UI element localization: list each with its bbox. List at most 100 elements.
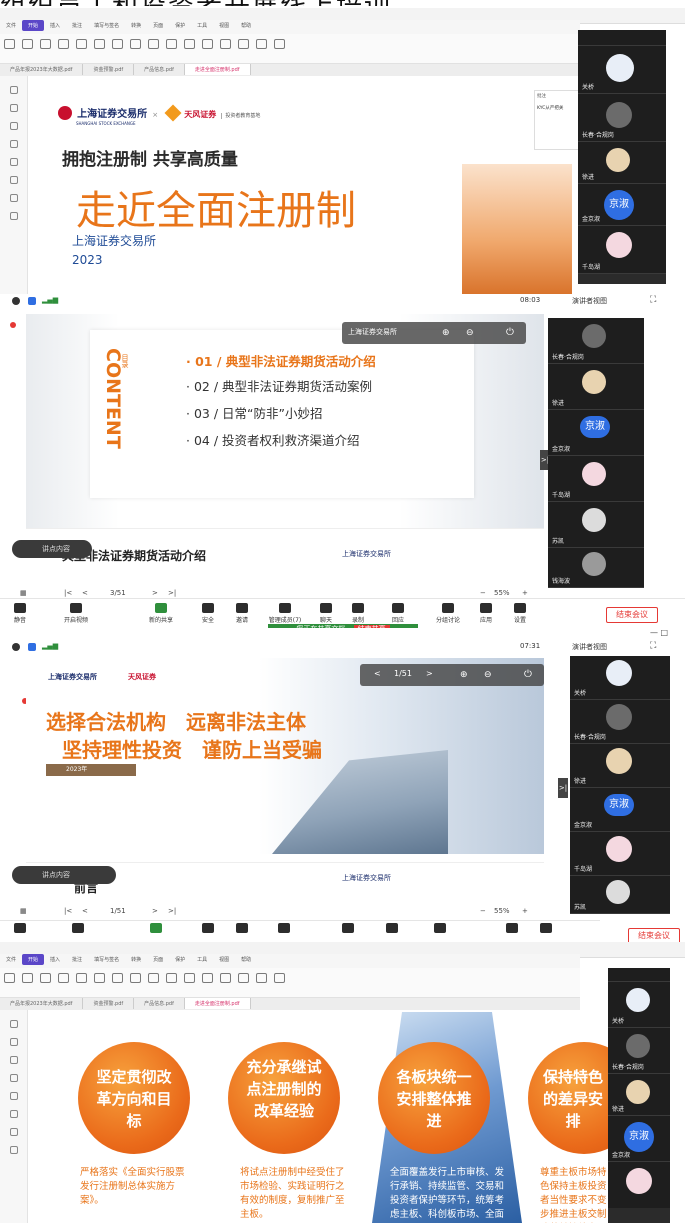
tab-comment[interactable]: 批注	[66, 954, 88, 965]
tab-file[interactable]: 文件	[0, 954, 22, 965]
participants-button[interactable]	[272, 923, 296, 935]
text-icon[interactable]	[148, 973, 159, 983]
video-tile[interactable]: 关桥	[578, 46, 666, 94]
signature-icon[interactable]	[9, 1128, 18, 1136]
shape-icon[interactable]	[202, 973, 213, 983]
doc-tab[interactable]: 产品信息.pdf	[134, 998, 185, 1009]
zoom-in-icon[interactable]: ⊕	[442, 328, 450, 338]
tab-tools[interactable]: 工具	[191, 20, 213, 31]
snapshot-icon[interactable]	[40, 973, 51, 983]
hand-tool-icon[interactable]	[4, 39, 15, 49]
last-slide-button[interactable]: >|	[168, 589, 176, 597]
next-slide-button[interactable]: >	[152, 589, 158, 597]
video-button[interactable]: 开启视频	[58, 603, 94, 624]
tools-icon[interactable]	[9, 212, 18, 220]
tab-help[interactable]: 帮助	[235, 20, 257, 31]
grid-icon[interactable]: ▦	[20, 907, 27, 915]
comment-icon[interactable]	[9, 176, 18, 184]
shape-icon[interactable]	[202, 39, 213, 49]
tab-protect[interactable]: 保护	[169, 20, 191, 31]
tab-view[interactable]: 视图	[213, 20, 235, 31]
rotate-icon[interactable]	[94, 39, 105, 49]
prev-slide-button[interactable]: <	[82, 589, 88, 597]
end-meeting-button[interactable]: 结束会议	[606, 607, 658, 623]
first-slide-button[interactable]: |<	[64, 589, 72, 597]
security-button[interactable]: 安全	[196, 603, 220, 624]
video-button[interactable]	[66, 923, 90, 935]
ocr-icon[interactable]	[238, 973, 249, 983]
tab-home[interactable]: 开始	[22, 20, 45, 31]
video-tile[interactable]: 京淑 金京淑	[578, 184, 666, 226]
share-icon[interactable]	[274, 39, 285, 49]
tab-home[interactable]: 开始	[22, 954, 45, 965]
presenter-view-dropdown[interactable]: 演讲者视图	[572, 642, 607, 652]
video-tile[interactable]: 千岛湖	[548, 456, 644, 502]
zoom-out-icon[interactable]: ⊖	[484, 670, 492, 680]
tab-insert[interactable]: 插入	[44, 954, 66, 965]
doc-tab-active[interactable]: 走进全面注册制.pdf	[184, 64, 251, 75]
video-tile[interactable]: 关桥	[608, 982, 670, 1028]
video-tile[interactable]: 长春·合规岗	[578, 94, 666, 142]
record-button[interactable]	[380, 923, 404, 935]
speaker-notes-pill[interactable]: 讲点内容	[12, 540, 92, 558]
video-tile[interactable]: 京淑 金京淑	[548, 410, 644, 456]
collapse-gallery-button[interactable]: >|	[558, 778, 568, 798]
zoom-minus-button[interactable]: −	[480, 907, 486, 915]
video-tile[interactable]: 苏凯	[570, 876, 670, 914]
layers-icon[interactable]	[9, 140, 18, 148]
video-tile[interactable]: 徐进	[578, 142, 666, 184]
text-icon[interactable]	[148, 39, 159, 49]
tab-insert[interactable]: 插入	[44, 20, 66, 31]
sign-icon[interactable]	[220, 973, 231, 983]
tab-tools[interactable]: 工具	[191, 954, 213, 965]
zoom-plus-button[interactable]: +	[522, 589, 528, 597]
prev-slide-icon[interactable]: <	[374, 669, 381, 678]
zoom-in-icon[interactable]: ⊕	[460, 670, 468, 680]
doc-tab[interactable]: 产品年报2023年大数据.pdf	[0, 64, 84, 75]
underline-icon[interactable]	[130, 39, 141, 49]
print-icon[interactable]	[256, 39, 267, 49]
invite-button[interactable]	[230, 923, 254, 935]
thumbnail-icon[interactable]	[9, 1038, 18, 1046]
settings-button[interactable]	[534, 923, 558, 935]
doc-tab[interactable]: 产品信息.pdf	[134, 64, 185, 75]
tab-fill-sign[interactable]: 填写与签名	[88, 954, 125, 965]
zoom-minus-button[interactable]: −	[480, 589, 486, 597]
video-tile[interactable]: 京淑 金京淑	[608, 1116, 670, 1162]
ocr-icon[interactable]	[238, 39, 249, 49]
snapshot-icon[interactable]	[40, 39, 51, 49]
video-tile[interactable]: 苏凯	[548, 502, 644, 548]
select-tool-icon[interactable]	[22, 973, 33, 983]
reaction-button[interactable]: 回应	[386, 603, 410, 624]
last-slide-button[interactable]: >|	[168, 907, 176, 915]
video-tile[interactable]: 徐进	[548, 364, 644, 410]
fit-page-icon[interactable]	[76, 973, 87, 983]
select-tool-icon[interactable]	[22, 39, 33, 49]
prev-slide-button[interactable]: <	[82, 907, 88, 915]
chat-button[interactable]	[336, 923, 360, 935]
invite-button[interactable]: 邀请	[230, 603, 254, 624]
mute-button[interactable]	[8, 923, 32, 935]
video-tile[interactable]: 长春·合规岗	[548, 318, 644, 364]
next-slide-icon[interactable]: >	[426, 669, 433, 678]
tab-view[interactable]: 视图	[213, 954, 235, 965]
tab-comment[interactable]: 批注	[66, 20, 88, 31]
mute-button[interactable]: 静音	[8, 603, 32, 624]
thumbnail-icon[interactable]	[9, 104, 18, 112]
power-icon[interactable]: ⏻	[524, 669, 532, 680]
tab-convert[interactable]: 转换	[125, 20, 147, 31]
tab-help[interactable]: 帮助	[235, 954, 257, 965]
chat-button[interactable]: 聊天	[314, 603, 338, 624]
doc-tab[interactable]: 产品年报2023年大数据.pdf	[0, 998, 84, 1009]
fit-page-icon[interactable]	[76, 39, 87, 49]
apps-button[interactable]: 应用	[474, 603, 498, 624]
zoom-plus-button[interactable]: +	[522, 907, 528, 915]
tab-file[interactable]: 文件	[0, 20, 22, 31]
zoom-icon[interactable]	[58, 973, 69, 983]
video-tile[interactable]: 千岛湖	[570, 832, 670, 876]
doc-tab-active[interactable]: 走进全面注册制.pdf	[184, 998, 251, 1009]
fullscreen-icon[interactable]: ⛶	[650, 641, 656, 651]
share-icon[interactable]	[274, 973, 285, 983]
search-icon[interactable]	[9, 1056, 18, 1064]
tab-fill-sign[interactable]: 填写与签名	[88, 20, 125, 31]
